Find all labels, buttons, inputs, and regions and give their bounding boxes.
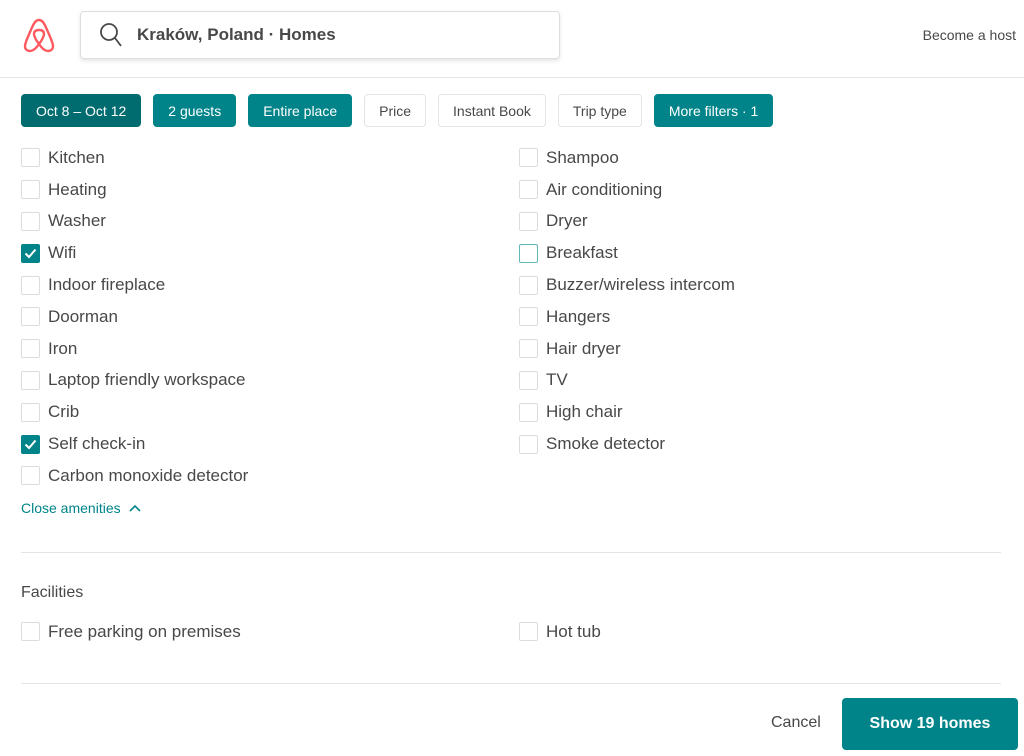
checkbox[interactable] — [21, 180, 40, 200]
option-label: Doorman — [48, 306, 118, 326]
option-label: Hangers — [546, 306, 611, 326]
checkbox[interactable] — [21, 243, 40, 263]
amenity-option[interactable]: Wifi — [21, 237, 248, 269]
facilities-left-column: Free parking on premises — [21, 616, 241, 648]
amenity-option[interactable]: Carbon monoxide detector — [21, 460, 248, 492]
option-label: Dryer — [546, 211, 588, 231]
option-label: Crib — [48, 402, 80, 422]
filter-bar: Oct 8 – Oct 12 2 guests Entire place Price I… — [21, 94, 774, 127]
chevron-up-icon — [129, 504, 141, 512]
checkbox[interactable] — [21, 434, 40, 454]
filter-chip[interactable]: Oct 8 – Oct 12 — [21, 94, 142, 127]
search-input[interactable]: Kraków, Poland · Homes — [80, 11, 560, 59]
amenity-option[interactable]: High chair — [519, 396, 735, 428]
amenities-left-column: Kitchen Heating Washer Wifi Indoor fireplace… — [21, 142, 248, 492]
amenity-option[interactable]: TV — [519, 365, 735, 397]
filter-chip[interactable]: Trip type — [557, 94, 642, 127]
header: Kraków, Poland · Homes Become a host — [0, 0, 1024, 78]
checkbox[interactable] — [21, 148, 40, 168]
divider — [21, 683, 1001, 684]
close-amenities-button[interactable]: Close amenities — [21, 500, 141, 516]
amenity-option[interactable]: Hangers — [519, 301, 735, 333]
amenity-option[interactable]: Air conditioning — [519, 174, 735, 206]
amenity-option[interactable]: Iron — [21, 333, 248, 365]
show-homes-button[interactable]: Show 19 homes — [842, 698, 1018, 750]
checkbox[interactable] — [21, 307, 40, 327]
checkbox[interactable] — [519, 402, 538, 422]
airbnb-logo-icon[interactable] — [22, 17, 56, 53]
amenity-option[interactable]: Hot tub — [519, 616, 601, 648]
option-label: Self check-in — [48, 434, 146, 454]
amenity-option[interactable]: Smoke detector — [519, 428, 735, 460]
checkbox[interactable] — [21, 275, 40, 295]
checkbox[interactable] — [519, 148, 538, 168]
divider — [21, 552, 1001, 553]
checkmark-icon — [24, 439, 37, 450]
search-value: Kraków, Poland · Homes — [137, 25, 336, 44]
checkbox[interactable] — [21, 466, 40, 486]
option-label: Air conditioning — [546, 179, 663, 199]
checkmark-icon — [24, 248, 37, 259]
checkbox[interactable] — [519, 307, 538, 327]
filter-chip[interactable]: 2 guests — [153, 94, 237, 127]
option-label: High chair — [546, 402, 623, 422]
option-label: Free parking on premises — [48, 621, 241, 641]
option-label: Breakfast — [546, 243, 618, 263]
amenity-option[interactable]: Kitchen — [21, 142, 248, 174]
amenity-option[interactable]: Hair dryer — [519, 333, 735, 365]
amenity-option[interactable]: Free parking on premises — [21, 616, 241, 648]
option-label: Washer — [48, 211, 106, 231]
checkbox[interactable] — [519, 370, 538, 390]
checkbox[interactable] — [519, 180, 538, 200]
option-label: Wifi — [48, 243, 77, 263]
amenity-option[interactable]: Heating — [21, 174, 248, 206]
cancel-button[interactable]: Cancel — [771, 714, 821, 732]
amenity-option[interactable]: Crib — [21, 396, 248, 428]
checkbox[interactable] — [519, 275, 538, 295]
option-label: Hot tub — [546, 621, 601, 641]
option-label: Heating — [48, 179, 107, 199]
amenity-option[interactable]: Indoor fireplace — [21, 269, 248, 301]
filter-chip[interactable]: More filters · 1 — [653, 94, 774, 127]
checkbox[interactable] — [519, 243, 538, 263]
checkbox[interactable] — [519, 339, 538, 359]
option-label: Laptop friendly workspace — [48, 370, 246, 390]
checkbox[interactable] — [519, 622, 538, 642]
checkbox[interactable] — [21, 622, 40, 642]
amenity-option[interactable]: Washer — [21, 206, 248, 238]
checkbox[interactable] — [21, 339, 40, 359]
option-label: Indoor fireplace — [48, 275, 166, 295]
checkbox[interactable] — [519, 211, 538, 231]
facilities-title: Facilities — [21, 584, 84, 601]
checkbox[interactable] — [21, 402, 40, 422]
checkbox[interactable] — [21, 211, 40, 231]
option-label: Iron — [48, 338, 78, 358]
filter-chip[interactable]: Entire place — [248, 94, 353, 127]
amenity-option[interactable]: Breakfast — [519, 237, 735, 269]
facilities-right-column: Hot tub — [519, 616, 601, 648]
option-label: Buzzer/wireless intercom — [546, 275, 735, 295]
amenity-option[interactable]: Buzzer/wireless intercom — [519, 269, 735, 301]
option-label: Shampoo — [546, 147, 619, 167]
checkbox[interactable] — [21, 370, 40, 390]
option-label: Smoke detector — [546, 434, 666, 454]
option-label: Hair dryer — [546, 338, 621, 358]
amenity-option[interactable]: Shampoo — [519, 142, 735, 174]
close-amenities-label: Close amenities — [21, 500, 121, 516]
option-label: TV — [546, 370, 568, 390]
amenity-option[interactable]: Doorman — [21, 301, 248, 333]
filter-chip[interactable]: Instant Book — [438, 94, 546, 127]
option-label: Kitchen — [48, 147, 105, 167]
amenities-right-column: Shampoo Air conditioning Dryer Breakfast Buz… — [519, 142, 735, 460]
amenity-option[interactable]: Self check-in — [21, 428, 248, 460]
checkbox[interactable] — [519, 434, 538, 454]
search-icon — [100, 23, 122, 47]
filter-chip[interactable]: Price — [364, 94, 427, 127]
amenity-option[interactable]: Dryer — [519, 206, 735, 238]
option-label: Carbon monoxide detector — [48, 465, 249, 485]
become-host-link[interactable]: Become a host — [923, 27, 1016, 43]
amenity-option[interactable]: Laptop friendly workspace — [21, 365, 248, 397]
